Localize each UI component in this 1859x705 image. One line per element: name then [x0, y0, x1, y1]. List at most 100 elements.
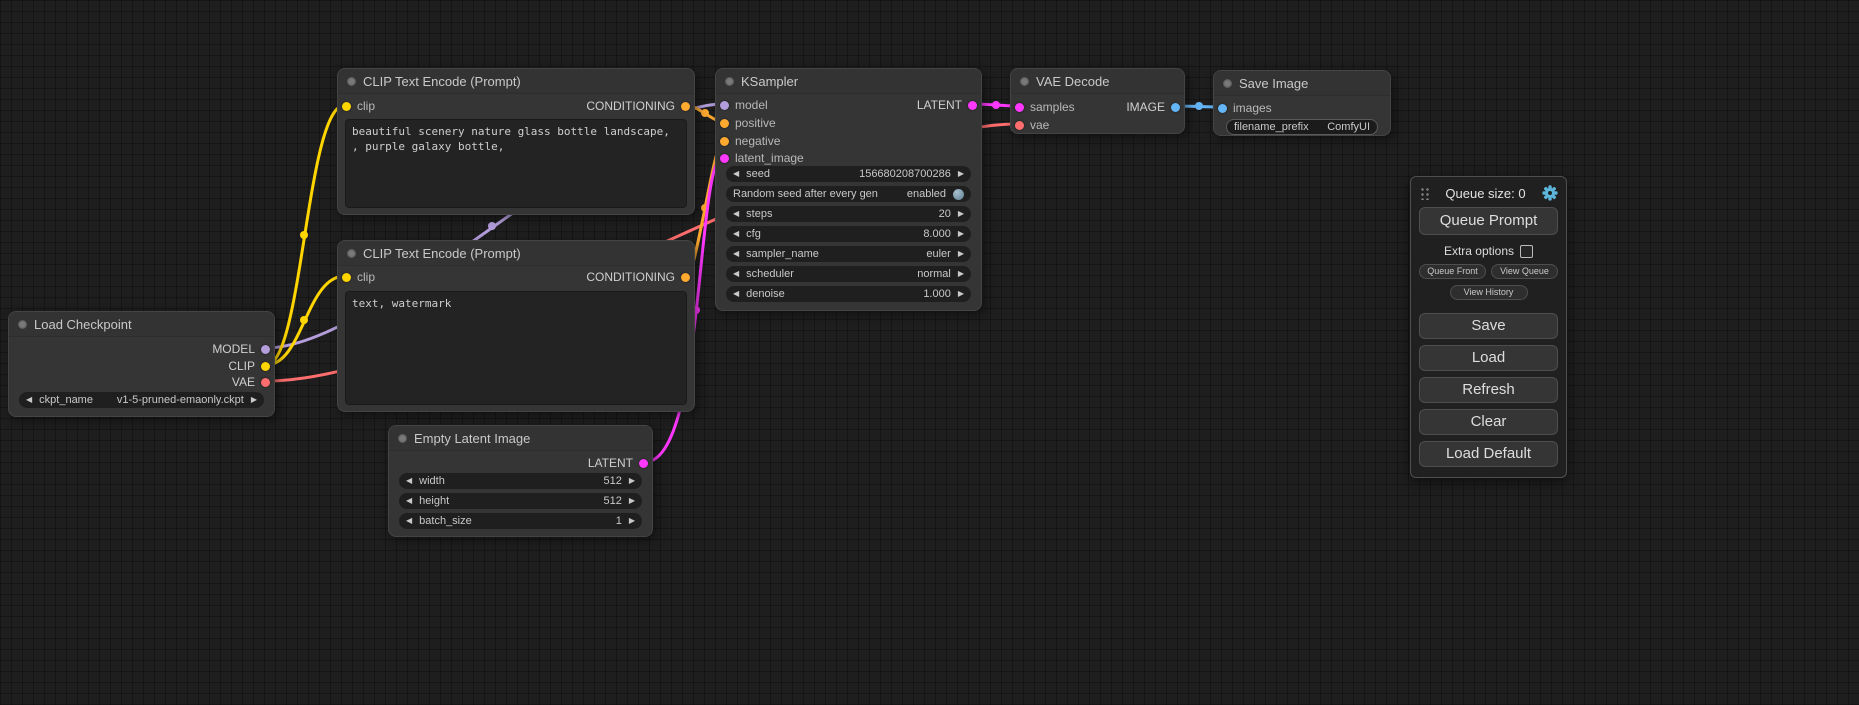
widget-filename-prefix[interactable]: filename_prefix ComfyUI	[1226, 119, 1378, 135]
slot-label: CONDITIONING	[586, 99, 675, 113]
stepper-left-icon[interactable]: ◀	[733, 290, 739, 298]
stepper-right-icon[interactable]: ▶	[251, 396, 257, 404]
stepper-right-icon[interactable]: ▶	[958, 270, 964, 278]
stepper-right-icon[interactable]: ▶	[629, 497, 635, 505]
widget-steps[interactable]: ◀ steps 20 ▶	[726, 206, 971, 222]
widget-width[interactable]: ◀ width 512 ▶	[399, 473, 642, 489]
widget-name: Random seed after every gen	[733, 188, 878, 200]
stepper-left-icon[interactable]: ◀	[406, 517, 412, 525]
stepper-left-icon[interactable]: ◀	[733, 250, 739, 258]
slot-label: CONDITIONING	[586, 270, 675, 284]
stepper-left-icon[interactable]: ◀	[733, 230, 739, 238]
settings-gear-icon[interactable]	[1542, 185, 1558, 201]
node-title-bar[interactable]: Empty Latent Image	[389, 426, 652, 451]
stepper-right-icon[interactable]: ▶	[629, 517, 635, 525]
input-slot-positive: positive	[720, 115, 776, 131]
output-slot-conditioning: CONDITIONING	[586, 98, 690, 114]
stepper-right-icon[interactable]: ▶	[958, 170, 964, 178]
stepper-right-icon[interactable]: ▶	[629, 477, 635, 485]
stepper-left-icon[interactable]: ◀	[733, 210, 739, 218]
slot-label: latent_image	[735, 151, 804, 165]
positive-prompt-textarea[interactable]: beautiful scenery nature glass bottle la…	[345, 119, 687, 208]
node-load-checkpoint[interactable]: Load Checkpoint MODEL CLIP VAE ◀ ckpt_na…	[8, 311, 275, 417]
conditioning-output-dot[interactable]	[681, 273, 690, 282]
refresh-button[interactable]: Refresh	[1419, 377, 1558, 403]
node-title: CLIP Text Encode (Prompt)	[363, 246, 521, 261]
conditioning-output-dot[interactable]	[681, 102, 690, 111]
queue-front-button[interactable]: Queue Front	[1419, 264, 1486, 279]
node-clip-text-encode-negative[interactable]: CLIP Text Encode (Prompt) clip CONDITION…	[337, 240, 695, 412]
widget-seed[interactable]: ◀ seed 156680208700286 ▶	[726, 166, 971, 182]
node-title-bar[interactable]: KSampler	[716, 69, 981, 94]
load-button[interactable]: Load	[1419, 345, 1558, 371]
node-status-dot	[725, 77, 734, 86]
node-empty-latent-image[interactable]: Empty Latent Image LATENT ◀ width 512 ▶ …	[388, 425, 653, 537]
slot-label: LATENT	[588, 456, 633, 470]
node-title-bar[interactable]: CLIP Text Encode (Prompt)	[338, 69, 694, 94]
node-title-bar[interactable]: VAE Decode	[1011, 69, 1184, 94]
widget-name: sampler_name	[746, 248, 819, 260]
stepper-right-icon[interactable]: ▶	[958, 290, 964, 298]
widget-random-seed-toggle[interactable]: Random seed after every gen enabled	[726, 186, 971, 202]
stepper-left-icon[interactable]: ◀	[26, 396, 32, 404]
images-input-dot[interactable]	[1218, 104, 1227, 113]
stepper-right-icon[interactable]: ▶	[958, 210, 964, 218]
slot-label: CLIP	[228, 359, 255, 373]
samples-input-dot[interactable]	[1015, 103, 1024, 112]
vae-output-dot[interactable]	[261, 378, 270, 387]
node-save-image[interactable]: Save Image images filename_prefix ComfyU…	[1213, 70, 1391, 136]
queue-prompt-button[interactable]: Queue Prompt	[1419, 207, 1558, 235]
latent-output-dot[interactable]	[639, 459, 648, 468]
view-history-button[interactable]: View History	[1450, 285, 1528, 300]
negative-input-dot[interactable]	[720, 137, 729, 146]
stepper-right-icon[interactable]: ▶	[958, 250, 964, 258]
widget-name: width	[419, 475, 445, 487]
slot-label: clip	[357, 270, 375, 284]
toggle-indicator-icon[interactable]	[953, 189, 964, 200]
widget-sampler-name[interactable]: ◀ sampler_name euler ▶	[726, 246, 971, 262]
widget-name: filename_prefix	[1234, 121, 1309, 133]
model-input-dot[interactable]	[720, 101, 729, 110]
widget-denoise[interactable]: ◀ denoise 1.000 ▶	[726, 286, 971, 302]
widget-cfg[interactable]: ◀ cfg 8.000 ▶	[726, 226, 971, 242]
widget-scheduler[interactable]: ◀ scheduler normal ▶	[726, 266, 971, 282]
queue-menu-panel: Queue size: 0 Queue Prompt Extra options…	[1410, 176, 1567, 478]
vae-input-dot[interactable]	[1015, 121, 1024, 130]
latent-image-input-dot[interactable]	[720, 154, 729, 163]
latent-output-dot[interactable]	[968, 101, 977, 110]
clip-input-dot[interactable]	[342, 102, 351, 111]
clear-button[interactable]: Clear	[1419, 409, 1558, 435]
clip-input-dot[interactable]	[342, 273, 351, 282]
node-title-bar[interactable]: CLIP Text Encode (Prompt)	[338, 241, 694, 266]
clip-output-dot[interactable]	[261, 362, 270, 371]
stepper-left-icon[interactable]: ◀	[733, 170, 739, 178]
view-queue-button[interactable]: View Queue	[1491, 264, 1558, 279]
negative-prompt-textarea[interactable]: text, watermark	[345, 291, 687, 405]
positive-input-dot[interactable]	[720, 119, 729, 128]
widget-ckpt-name[interactable]: ◀ ckpt_name v1-5-pruned-emaonly.ckpt ▶	[19, 392, 264, 408]
widget-batch-size[interactable]: ◀ batch_size 1 ▶	[399, 513, 642, 529]
node-clip-text-encode-positive[interactable]: CLIP Text Encode (Prompt) clip CONDITION…	[337, 68, 695, 215]
stepper-left-icon[interactable]: ◀	[733, 270, 739, 278]
widget-value: 156680208700286	[859, 168, 951, 180]
save-button[interactable]: Save	[1419, 313, 1558, 339]
node-vae-decode[interactable]: VAE Decode samples vae IMAGE	[1010, 68, 1185, 134]
node-ksampler[interactable]: KSampler model positive negative latent_…	[715, 68, 982, 311]
output-slot-latent: LATENT	[917, 97, 977, 113]
slot-label: vae	[1030, 118, 1049, 132]
model-output-dot[interactable]	[261, 345, 270, 354]
image-output-dot[interactable]	[1171, 103, 1180, 112]
widget-height[interactable]: ◀ height 512 ▶	[399, 493, 642, 509]
drag-handle-icon[interactable]	[1419, 186, 1429, 200]
node-title-bar[interactable]: Save Image	[1214, 71, 1390, 96]
wire-clip-midpoint-dot	[300, 231, 308, 239]
node-title-bar[interactable]: Load Checkpoint	[9, 312, 274, 337]
queue-size-label: Queue size: 0	[1429, 186, 1542, 201]
stepper-right-icon[interactable]: ▶	[958, 230, 964, 238]
extra-options-checkbox[interactable]	[1520, 245, 1533, 258]
load-default-button[interactable]: Load Default	[1419, 441, 1558, 467]
stepper-left-icon[interactable]: ◀	[406, 477, 412, 485]
output-slot-clip: CLIP	[228, 358, 270, 374]
stepper-left-icon[interactable]: ◀	[406, 497, 412, 505]
node-graph-canvas[interactable]: Load Checkpoint MODEL CLIP VAE ◀ ckpt_na…	[0, 0, 1859, 705]
